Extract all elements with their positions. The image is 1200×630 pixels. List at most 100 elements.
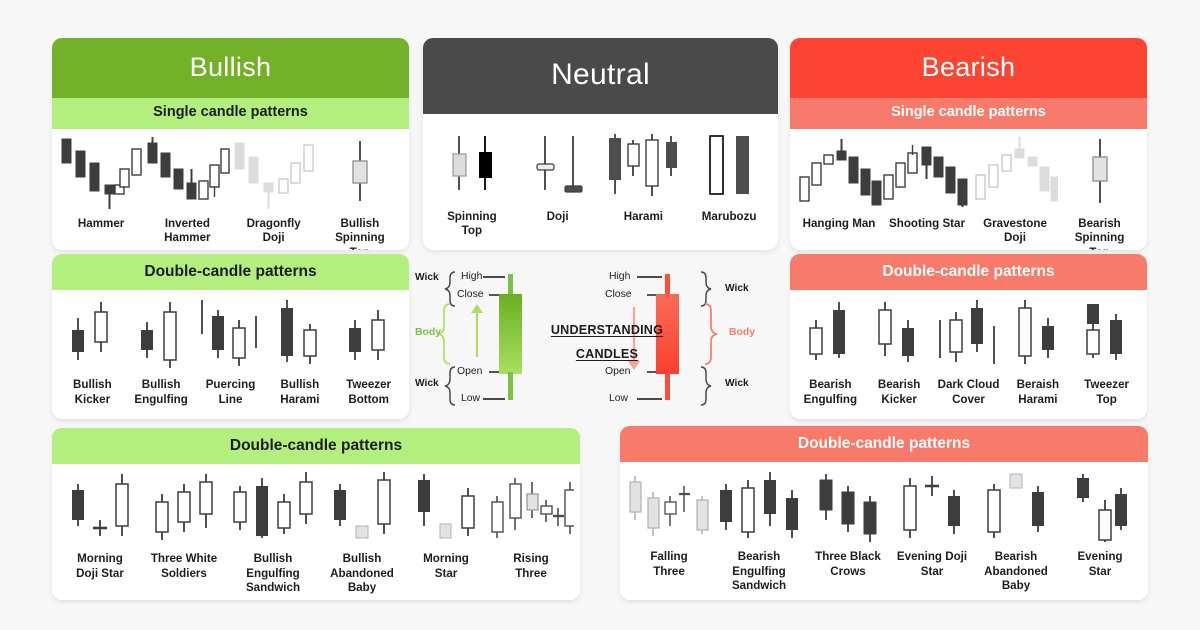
bearish-kicker-glyph <box>870 296 928 372</box>
pattern-label: Inverted Hammer <box>164 216 211 245</box>
dark-cloud-cover-glyph <box>934 296 1004 372</box>
bullish-engulfing-sandwich-glyph <box>226 470 320 546</box>
inverted-hammer-glyph <box>144 135 231 211</box>
bearish-single-header: Single candle patterns <box>790 98 1147 129</box>
neutral-card: Neutral Spinning Top Doji Harami Maruboz… <box>423 38 778 250</box>
doji-glyph <box>527 128 589 204</box>
pattern-inverted-hammer[interactable]: Inverted Hammer <box>144 135 231 246</box>
pattern-hanging-man[interactable]: Hanging Man <box>796 135 882 231</box>
pattern-bullish-engulfing-sandwich[interactable]: Bullish Engulfing Sandwich <box>226 470 320 595</box>
bullish-triple-card: Double-candle patterns Morning Doji Star <box>52 428 580 600</box>
pattern-label: Tweezer Bottom <box>346 378 392 406</box>
pattern-label: Shooting Star <box>889 216 965 230</box>
pattern-bullish-spinning-top[interactable]: Bullish Spinning Top <box>317 135 403 250</box>
bearish-single-card: Bearish Single candle patterns Hanging M… <box>790 38 1147 250</box>
pattern-bearish-harami[interactable]: Beraish Harami <box>1004 296 1073 407</box>
pattern-tweezer-bottom[interactable]: Tweezer Bottom <box>334 296 403 407</box>
pattern-morning-doji-star[interactable]: Morning Doji Star <box>58 470 142 581</box>
pattern-three-white-soldiers[interactable]: Three White Soldiers <box>142 470 226 581</box>
dragonfly-doji-glyph <box>231 135 317 211</box>
pattern-bearish-engulfing-sandwich[interactable]: Bearish Engulfing Sandwich <box>712 468 806 593</box>
uc-title-line1: UNDERSTANDING <box>550 323 664 337</box>
green-body-label: Body <box>415 327 441 338</box>
pattern-label: Tweezer Top <box>1084 378 1130 406</box>
pattern-bearish-engulfing[interactable]: Bearish Engulfing <box>796 296 865 407</box>
three-black-crows-glyph <box>812 468 884 544</box>
shooting-star-glyph <box>882 135 972 211</box>
bullish-spinning-top-glyph <box>335 135 385 211</box>
bearish-harami-glyph <box>1009 296 1067 372</box>
bullish-double-card: Double-candle patterns Bullish Kicker Bu… <box>52 254 409 419</box>
pattern-label: Doji <box>546 210 569 223</box>
bullish-title: Bullish <box>52 38 409 98</box>
bullish-triple-row: Morning Doji Star Three White Soldiers B… <box>52 464 580 594</box>
pattern-evening-doji-star[interactable]: Evening Doji Star <box>890 468 974 579</box>
pattern-evening-star[interactable]: Evening Star <box>1058 468 1142 579</box>
pattern-label: Beraish Harami <box>1016 378 1060 406</box>
pattern-three-black-crows[interactable]: Three Black Crows <box>806 468 890 579</box>
pattern-dark-cloud-cover[interactable]: Dark Cloud Cover <box>934 296 1004 407</box>
bearish-triple-header: Double-candle patterns <box>620 426 1148 463</box>
pattern-bearish-abandoned-baby[interactable]: Bearish Abandoned Baby <box>974 468 1058 593</box>
pattern-label: Gravestone Doji <box>983 216 1047 245</box>
bearish-engulfing-sandwich-glyph <box>712 468 806 544</box>
pattern-dragonfly-doji[interactable]: Dragonfly Doji <box>231 135 317 246</box>
bullish-harami-glyph <box>271 296 329 372</box>
hanging-man-glyph <box>796 135 882 211</box>
green-close-label: Close <box>457 289 484 300</box>
pattern-label: Morning Doji Star <box>76 552 124 580</box>
infographic-root: Bullish Single candle patterns Hammer In… <box>0 0 1200 630</box>
three-white-soldiers-glyph <box>148 470 220 546</box>
neutral-title: Neutral <box>423 38 778 114</box>
harami-glyph <box>605 128 681 204</box>
gravestone-doji-glyph <box>972 135 1058 211</box>
bullish-single-header: Single candle patterns <box>52 98 409 129</box>
evening-star-glyph <box>1069 468 1131 544</box>
pattern-label: Bearish Engulfing Sandwich <box>731 550 787 593</box>
pattern-label: Bearish Kicker <box>877 378 921 406</box>
pattern-label: Bullish Spinning Top <box>335 216 385 250</box>
bearish-single-row: Hanging Man Shooting Star Gravestone Doj… <box>790 129 1147 250</box>
pattern-bullish-abandoned-baby[interactable]: Bullish Abandoned Baby <box>320 470 404 595</box>
pattern-marubozu[interactable]: Marubozu <box>686 128 772 224</box>
pattern-falling-three[interactable]: Falling Three <box>626 468 712 579</box>
pattern-bullish-kicker[interactable]: Bullish Kicker <box>58 296 127 407</box>
pattern-piercing-line[interactable]: Puercing Line <box>196 296 266 407</box>
pattern-doji[interactable]: Doji <box>515 128 601 224</box>
tweezer-top-glyph <box>1078 296 1136 372</box>
pattern-harami[interactable]: Harami <box>601 128 687 224</box>
pattern-label: Puercing Line <box>205 378 256 406</box>
pattern-bullish-harami[interactable]: Bullish Harami <box>266 296 335 407</box>
pattern-label: Bullish Abandoned Baby <box>330 552 394 595</box>
morning-doji-star-glyph <box>64 470 136 546</box>
pattern-bullish-engulfing[interactable]: Bullish Engulfing <box>127 296 196 407</box>
pattern-label: Bearish Abandoned Baby <box>984 550 1048 593</box>
bearish-title: Bearish <box>790 38 1147 98</box>
green-wick-bottom-label: Wick <box>415 378 439 389</box>
morning-star-glyph <box>410 470 482 546</box>
pattern-rising-three[interactable]: Rising Three <box>488 470 574 581</box>
tweezer-bottom-glyph <box>340 296 398 372</box>
pattern-hammer[interactable]: Hammer <box>58 135 144 231</box>
pattern-bearish-kicker[interactable]: Bearish Kicker <box>865 296 934 407</box>
understanding-candles-diagram: UNDERSTANDING CANDLES Wick High Close Bo… <box>415 262 795 427</box>
bearish-double-card: Double-candle patterns Bearish Engulfing <box>790 254 1147 419</box>
pattern-label: Bearish Spinning Top <box>1074 216 1125 250</box>
pattern-label: Bullish Engulfing Sandwich <box>245 552 301 595</box>
rising-three-glyph <box>488 470 574 546</box>
pattern-shooting-star[interactable]: Shooting Star <box>882 135 972 231</box>
red-wick-top-label: Wick <box>725 283 749 294</box>
pattern-label: Evening Star <box>1077 550 1123 578</box>
pattern-label: Morning Star <box>423 552 469 580</box>
pattern-morning-star[interactable]: Morning Star <box>404 470 488 581</box>
pattern-label: Three White Soldiers <box>150 552 218 580</box>
pattern-spinning-top[interactable]: Spinning Top <box>429 128 515 239</box>
falling-three-glyph <box>626 468 712 544</box>
pattern-label: Falling Three <box>650 550 688 578</box>
pattern-tweezer-top[interactable]: Tweezer Top <box>1072 296 1141 407</box>
pattern-gravestone-doji[interactable]: Gravestone Doji <box>972 135 1058 246</box>
pattern-bearish-spinning-top[interactable]: Bearish Spinning Top <box>1058 135 1141 250</box>
pattern-label: Bullish Kicker <box>73 378 112 406</box>
spinning-top-glyph <box>441 128 503 204</box>
green-high-label: High <box>461 271 483 282</box>
